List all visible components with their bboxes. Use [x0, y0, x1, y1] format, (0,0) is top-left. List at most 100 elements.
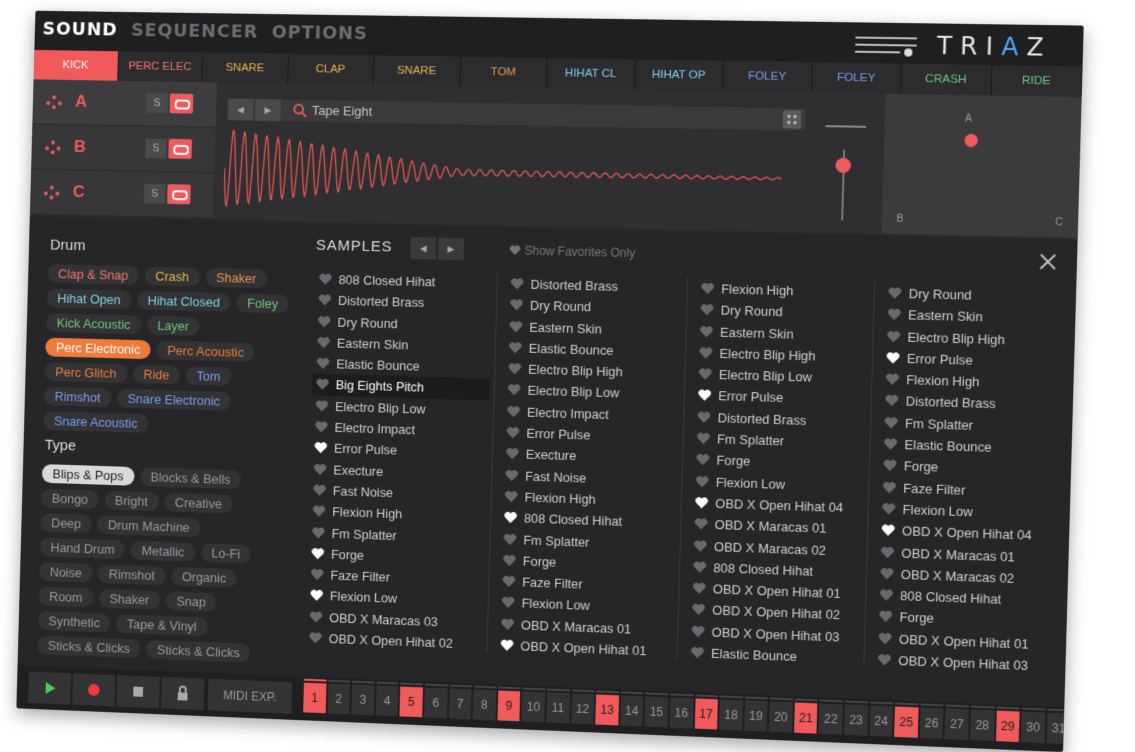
heart-icon[interactable]	[884, 437, 898, 451]
step-12[interactable]: 12	[570, 693, 595, 725]
step-27[interactable]: 27	[944, 708, 970, 740]
heart-icon[interactable]	[503, 554, 516, 567]
drum-chip[interactable]: Hihat Closed	[136, 290, 231, 312]
heart-icon[interactable]	[693, 560, 707, 574]
heart-icon[interactable]	[878, 653, 892, 667]
step-2[interactable]: 2	[327, 683, 351, 715]
heart-icon[interactable]	[700, 325, 713, 338]
heart-icon[interactable]	[509, 341, 522, 354]
step-14[interactable]: 14	[620, 695, 644, 727]
link-icon[interactable]	[167, 184, 191, 205]
drum-chip[interactable]: Tom	[185, 366, 232, 387]
next-sample-button[interactable]: ▶	[254, 98, 281, 122]
drum-chip[interactable]: Rimshot	[43, 386, 112, 408]
heart-icon[interactable]	[509, 320, 523, 333]
step-19[interactable]: 19	[744, 700, 768, 732]
heart-icon[interactable]	[881, 545, 895, 559]
heart-icon[interactable]	[887, 308, 901, 322]
close-icon[interactable]	[1037, 251, 1058, 272]
step-20[interactable]: 20	[768, 701, 793, 733]
heart-icon[interactable]	[312, 505, 326, 518]
heart-icon[interactable]	[884, 416, 898, 430]
heart-icon[interactable]	[888, 286, 902, 300]
type-chip[interactable]: Creative	[163, 492, 233, 514]
step-13[interactable]: 13	[595, 694, 619, 726]
tab-clap[interactable]: CLAP	[287, 53, 375, 86]
heart-icon[interactable]	[700, 303, 714, 316]
heart-icon[interactable]	[507, 384, 521, 397]
heart-icon[interactable]	[504, 511, 518, 524]
samples-prev-button[interactable]: ◀	[410, 237, 437, 260]
heart-icon[interactable]	[500, 639, 514, 652]
midi-export-button[interactable]: MIDI EXP.	[207, 678, 293, 714]
step-6[interactable]: 6	[424, 687, 448, 719]
heart-icon[interactable]	[882, 502, 896, 516]
drum-chip[interactable]: Perc Acoustic	[156, 340, 255, 363]
heart-icon[interactable]	[503, 532, 517, 546]
heart-icon[interactable]	[879, 610, 893, 624]
type-chip[interactable]: Room	[38, 586, 94, 608]
heart-icon[interactable]	[879, 588, 893, 602]
voice-row-a[interactable]: AS	[32, 79, 217, 128]
step-3[interactable]: 3	[351, 684, 375, 716]
voice-row-c[interactable]: CS	[29, 169, 215, 219]
heart-icon[interactable]	[510, 299, 523, 312]
drum-chip[interactable]: Ride	[132, 364, 181, 385]
tab-hihat-cl[interactable]: HIHAT CL	[546, 58, 636, 90]
solo-button[interactable]: S	[146, 93, 169, 114]
type-chip[interactable]: Noise	[39, 562, 93, 583]
heart-icon[interactable]	[881, 524, 895, 538]
type-chip[interactable]: Hand Drum	[39, 537, 126, 560]
drum-chip[interactable]: Kick Acoustic	[45, 313, 142, 335]
step-25[interactable]: 25	[894, 706, 919, 738]
step-1[interactable]: 1	[303, 682, 327, 714]
step-7[interactable]: 7	[448, 688, 472, 720]
step-31[interactable]: 31	[1046, 712, 1071, 745]
type-chip[interactable]: Drum Machine	[97, 515, 201, 538]
stop-button[interactable]	[116, 675, 160, 709]
tab-snare[interactable]: SNARE	[202, 52, 289, 84]
heart-icon[interactable]	[880, 567, 894, 581]
heart-icon[interactable]	[309, 631, 322, 644]
search-icon[interactable]	[292, 103, 308, 119]
heart-icon[interactable]	[315, 399, 329, 412]
play-button[interactable]	[28, 671, 72, 705]
step-4[interactable]: 4	[375, 685, 399, 717]
type-chip[interactable]: Rimshot	[97, 564, 166, 586]
heart-icon[interactable]	[311, 568, 324, 581]
tab-crash[interactable]: CRASH	[900, 63, 992, 96]
heart-icon[interactable]	[694, 539, 707, 553]
heart-icon[interactable]	[314, 441, 327, 454]
heart-icon[interactable]	[310, 589, 323, 602]
tab-foley[interactable]: FOLEY	[722, 60, 813, 93]
heart-icon[interactable]	[691, 646, 704, 660]
random-dice-icon[interactable]	[782, 110, 802, 129]
type-chip[interactable]: Metallic	[130, 540, 196, 562]
type-chip[interactable]: Organic	[171, 566, 238, 588]
tab-hihat-op[interactable]: HIHAT OP	[634, 59, 724, 91]
solo-button[interactable]: S	[143, 183, 166, 204]
heart-icon[interactable]	[878, 632, 892, 646]
sample-name[interactable]: Tape Eight	[312, 103, 373, 119]
heart-icon[interactable]	[697, 410, 711, 423]
step-28[interactable]: 28	[970, 709, 995, 742]
tab-perc-elec[interactable]: PERC ELEC	[117, 51, 204, 83]
heart-icon[interactable]	[319, 273, 332, 286]
type-chip[interactable]: Synthetic	[37, 611, 111, 633]
heart-icon[interactable]	[506, 447, 519, 460]
heart-icon[interactable]	[507, 405, 521, 418]
heart-icon[interactable]	[885, 394, 899, 408]
heart-icon[interactable]	[697, 432, 710, 445]
step-23[interactable]: 23	[844, 704, 869, 736]
solo-button[interactable]: S	[145, 138, 167, 159]
xy-morph-pad[interactable]: A B C	[881, 93, 1082, 238]
drum-chip[interactable]: Perc Glitch	[44, 362, 128, 384]
type-chip[interactable]: Blips & Pops	[41, 464, 135, 486]
heart-icon[interactable]	[501, 617, 515, 631]
type-chip[interactable]: Tape & Vinyl	[116, 614, 208, 637]
heart-icon[interactable]	[318, 294, 332, 307]
lock-button[interactable]	[160, 676, 205, 711]
drum-chip[interactable]: Hihat Open	[46, 288, 132, 310]
voice-row-b[interactable]: BS	[31, 124, 216, 174]
link-icon[interactable]	[169, 93, 194, 114]
